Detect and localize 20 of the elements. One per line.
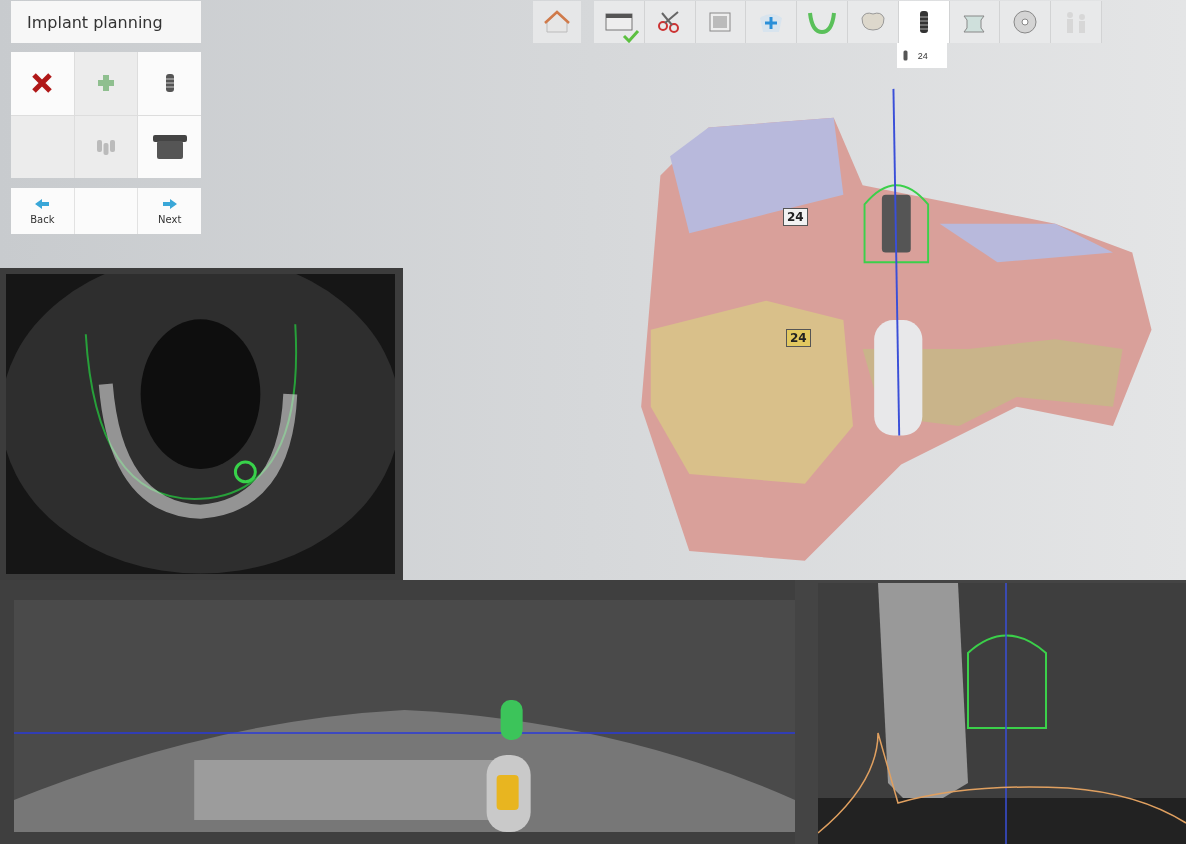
- tooth-number: 24: [917, 50, 928, 61]
- house-icon: [543, 10, 571, 34]
- left-arrow-icon: [33, 197, 52, 210]
- implant-icon: [164, 73, 175, 94]
- implant-icon: [902, 50, 908, 61]
- panel-title: Implant planning: [11, 1, 201, 43]
- right-arrow-icon: [160, 197, 179, 210]
- plus-icon: [96, 73, 116, 94]
- next-button[interactable]: Next: [138, 188, 201, 234]
- implant-number-label: 24: [783, 208, 808, 226]
- sleeve-icon: [151, 132, 188, 161]
- implant-icon: [919, 11, 928, 33]
- tool-button[interactable]: [11, 52, 74, 115]
- cross-icon: [31, 72, 54, 95]
- tool-button[interactable]: [138, 52, 201, 115]
- back-button[interactable]: Back: [11, 188, 74, 234]
- implant-number-label: 24: [786, 329, 811, 347]
- tool-button[interactable]: [138, 115, 201, 178]
- multiple-implants-icon: [96, 137, 116, 156]
- home-button[interactable]: [533, 1, 581, 43]
